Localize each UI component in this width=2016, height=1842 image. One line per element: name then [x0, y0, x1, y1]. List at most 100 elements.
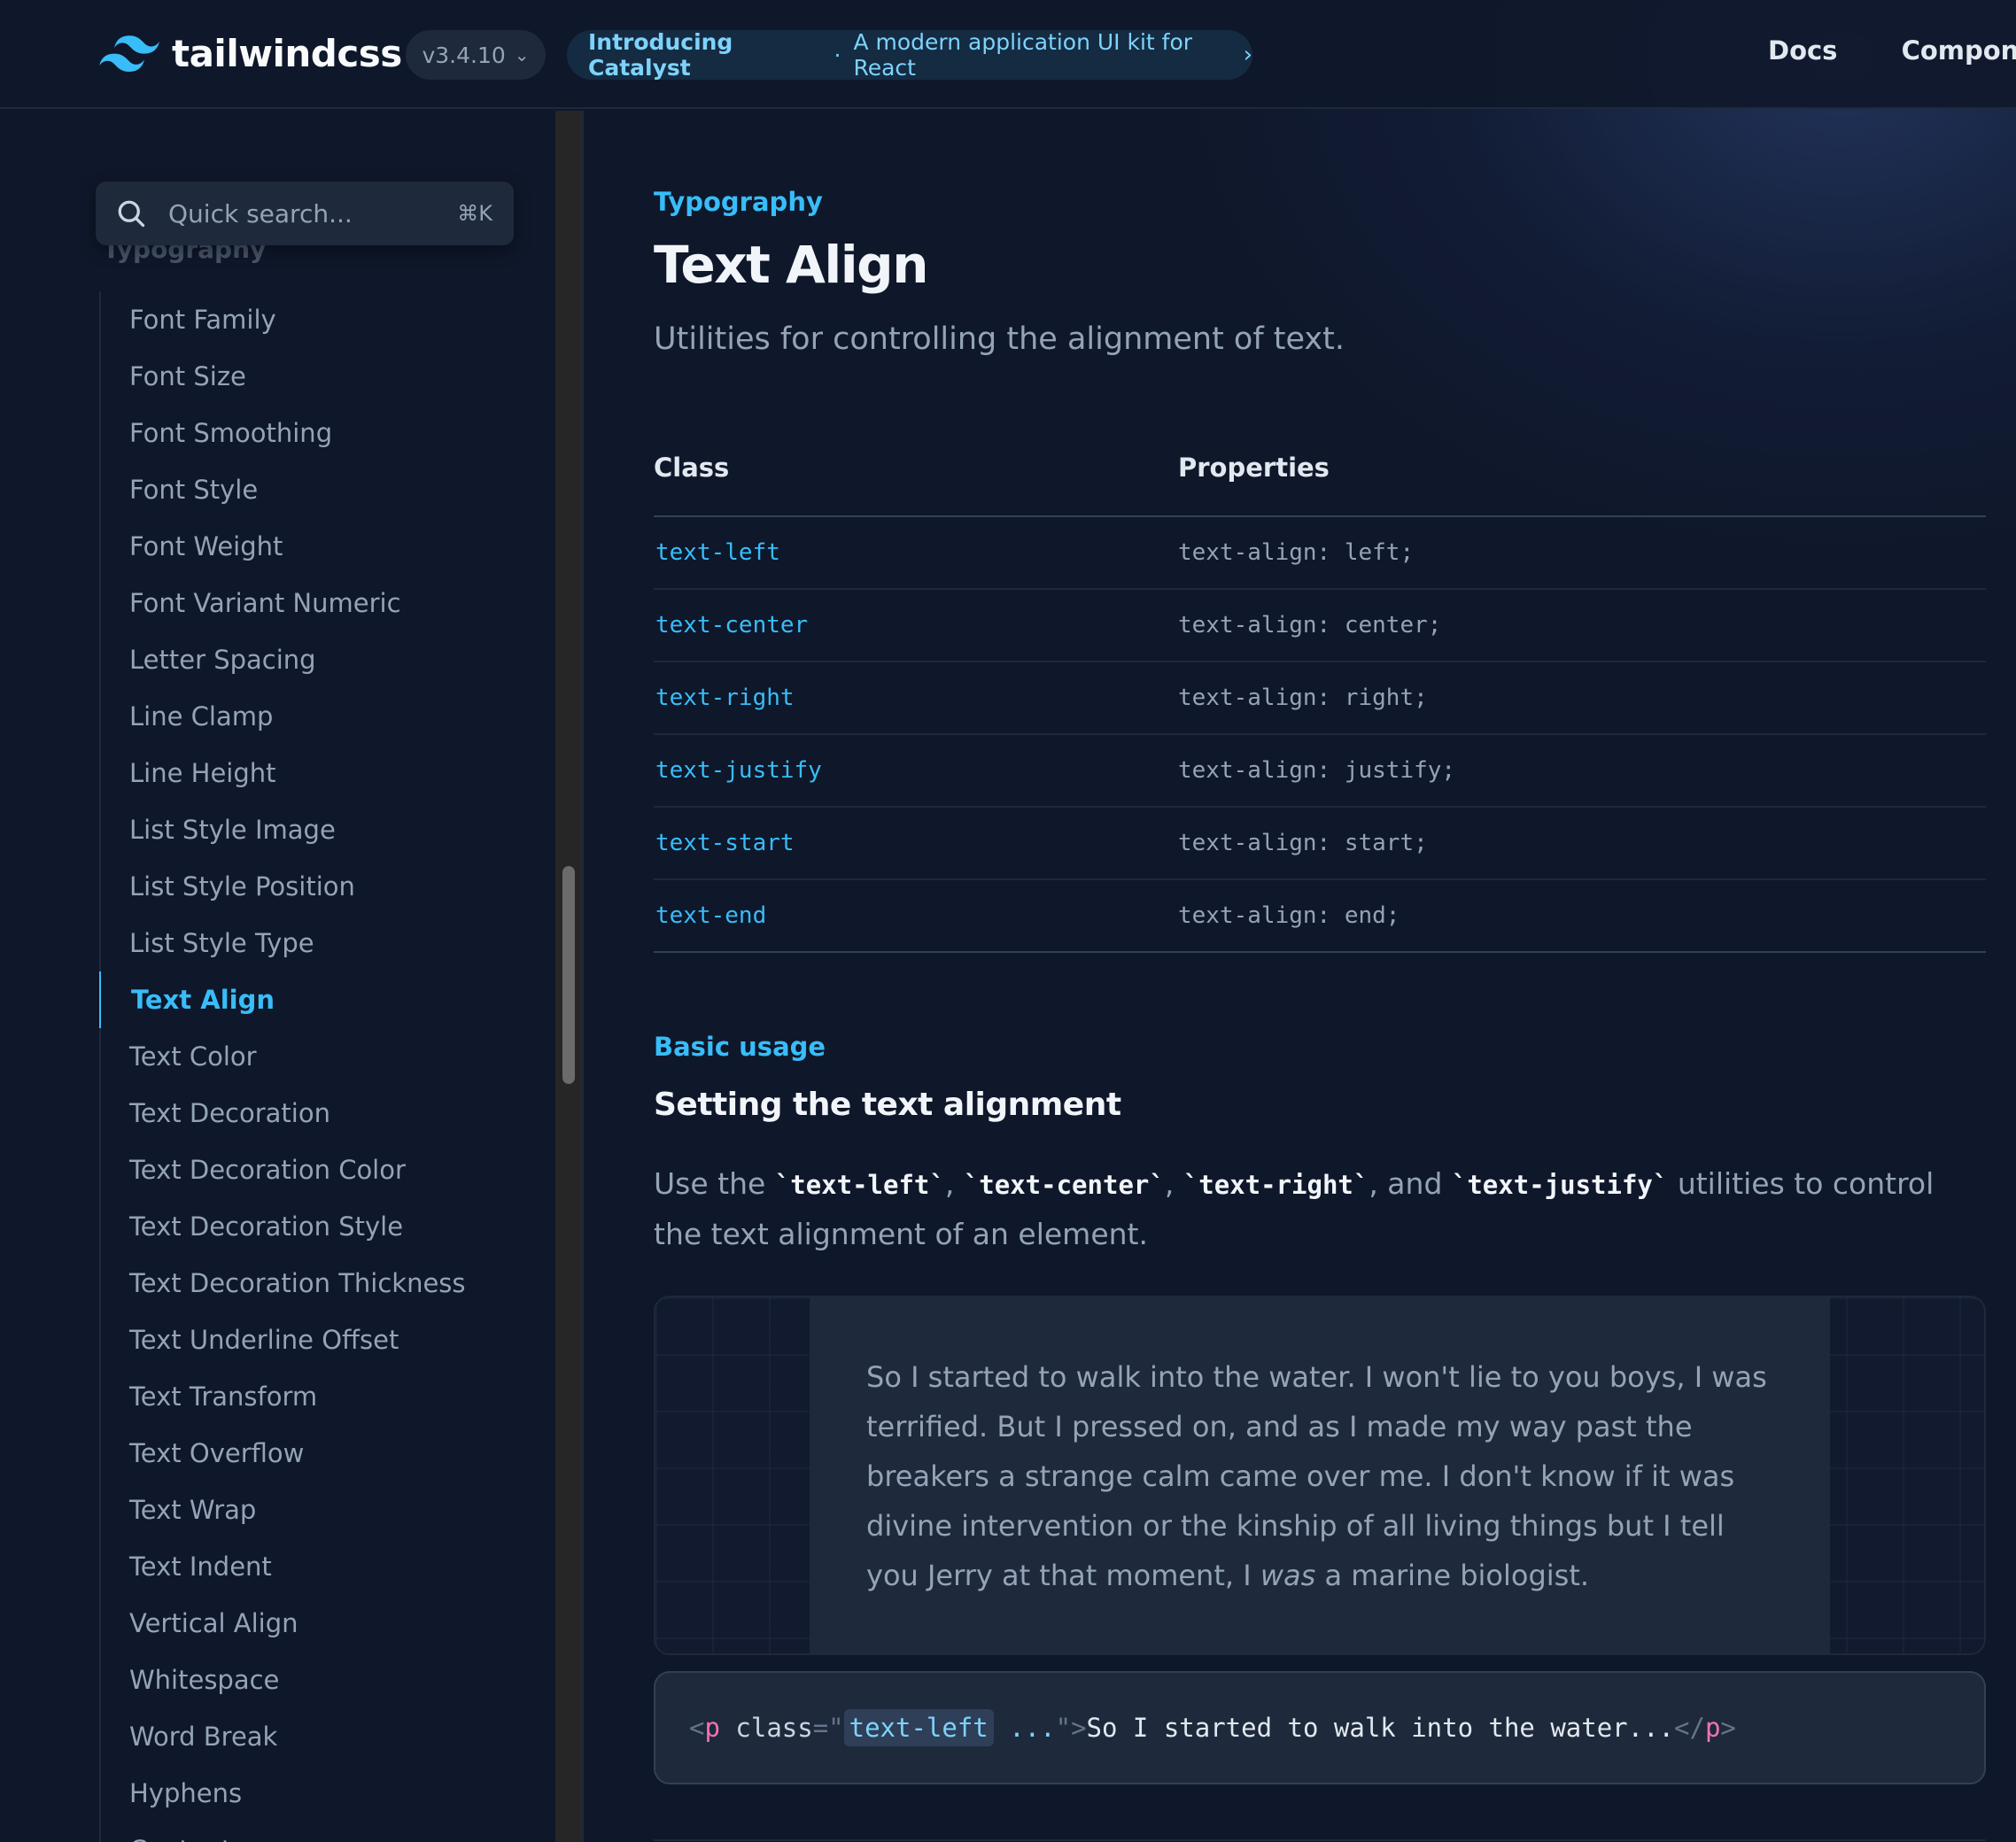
example-paragraph: So I started to walk into the water. I w…	[810, 1297, 1830, 1653]
nav-link-docs[interactable]: Docs	[1768, 35, 1837, 66]
code-highlight: text-left	[843, 1709, 994, 1746]
search-shortcut: ⌘K	[457, 201, 492, 226]
sidebar-item-line-clamp[interactable]: Line Clamp	[99, 688, 524, 745]
property-cell: text-align: end;	[1178, 879, 1986, 953]
sidebar-item-text-wrap[interactable]: Text Wrap	[99, 1482, 524, 1538]
sidebar-item-text-color[interactable]: Text Color	[99, 1028, 524, 1085]
sidebar-divider	[582, 111, 584, 1842]
class-table: Class Properties text-left text-align: l…	[654, 444, 1986, 953]
property-cell: text-align: center;	[1178, 589, 1986, 662]
section-title: Setting the text alignment	[654, 1087, 1121, 1123]
announcement-pill[interactable]: Introducing Catalyst · A modern applicat…	[567, 29, 1252, 81]
table-row: text-justify text-align: justify;	[654, 734, 1986, 808]
column-header-properties: Properties	[1178, 444, 1986, 517]
sidebar-item-whitespace[interactable]: Whitespace	[99, 1652, 524, 1708]
sidebar-item-text-align[interactable]: Text Align	[99, 971, 524, 1028]
sidebar: Quick search... ⌘K Typography Font Famil…	[0, 111, 556, 1842]
code-snippet[interactable]: < p class =" text-left ... " > So I started to…	[654, 1671, 1986, 1784]
code-token: </	[1674, 1713, 1705, 1743]
sidebar-item-content[interactable]: Content	[99, 1822, 524, 1842]
desc-text: ,	[944, 1166, 964, 1201]
sidebar-item-word-break[interactable]: Word Break	[99, 1708, 524, 1765]
desc-text: , and	[1369, 1166, 1452, 1201]
sidebar-item-font-smoothing[interactable]: Font Smoothing	[99, 405, 524, 461]
announcement-text: A modern application UI kit for React	[853, 29, 1193, 81]
sidebar-item-font-style[interactable]: Font Style	[99, 461, 524, 518]
sidebar-item-font-variant-numeric[interactable]: Font Variant Numeric	[99, 575, 524, 631]
table-row: text-start text-align: start;	[654, 807, 1986, 880]
desc-text: Use the	[654, 1166, 775, 1201]
sidebar-nav-list: Font Family Font Size Font Smoothing Fon…	[99, 291, 524, 1842]
sidebar-item-font-size[interactable]: Font Size	[99, 348, 524, 405]
property-cell: text-align: justify;	[1178, 734, 1986, 808]
page-description: Utilities for controlling the alignment …	[654, 321, 1345, 357]
class-name-cell: text-end	[654, 879, 1178, 953]
sidebar-item-text-decoration-color[interactable]: Text Decoration Color	[99, 1142, 524, 1198]
sidebar-item-text-overflow[interactable]: Text Overflow	[99, 1425, 524, 1482]
section-divider	[654, 1839, 1986, 1841]
sidebar-item-font-weight[interactable]: Font Weight	[99, 518, 524, 575]
sidebar-item-text-transform[interactable]: Text Transform	[99, 1368, 524, 1425]
table-row: text-center text-align: center;	[654, 589, 1986, 662]
code-token: So I started to walk into the water...	[1086, 1713, 1675, 1743]
version-dropdown[interactable]: v3.4.10 ⌄	[406, 30, 546, 80]
inline-code: `text-justify`	[1451, 1170, 1669, 1200]
code-token: p	[1704, 1713, 1721, 1743]
code-token: ...	[993, 1713, 1056, 1743]
inline-code: `text-right`	[1182, 1170, 1369, 1200]
search-icon	[118, 200, 145, 228]
code-token: p	[704, 1713, 720, 1743]
version-label: v3.4.10	[422, 42, 506, 68]
chevron-right-icon: ›	[1243, 42, 1252, 68]
search-placeholder: Quick search...	[168, 198, 353, 228]
sidebar-item-text-underline-offset[interactable]: Text Underline Offset	[99, 1312, 524, 1368]
table-header-row: Class Properties	[654, 444, 1986, 517]
class-name-cell: text-right	[654, 662, 1178, 735]
sidebar-item-list-style-position[interactable]: List Style Position	[99, 858, 524, 915]
sidebar-item-hyphens[interactable]: Hyphens	[99, 1765, 524, 1822]
brand-logo[interactable]: tailwindcss	[99, 32, 402, 75]
nav-link-components[interactable]: Componen	[1902, 35, 2016, 66]
example-emphasis: was	[1260, 1559, 1316, 1592]
top-header: tailwindcss v3.4.10 ⌄ Introducing Cataly…	[0, 0, 2016, 109]
class-name-cell: text-left	[654, 516, 1178, 590]
inline-code: `text-left`	[774, 1170, 945, 1200]
table-row: text-end text-align: end;	[654, 879, 1986, 953]
page-eyebrow: Typography	[654, 187, 823, 217]
chevron-down-icon: ⌄	[514, 44, 530, 66]
example-text: So I started to walk into the water. I w…	[866, 1360, 1767, 1592]
announcement-separator: ·	[834, 42, 841, 68]
sidebar-item-text-indent[interactable]: Text Indent	[99, 1538, 524, 1595]
sidebar-item-list-style-type[interactable]: List Style Type	[99, 915, 524, 971]
example-text: a marine biologist.	[1315, 1559, 1590, 1592]
sidebar-item-text-decoration[interactable]: Text Decoration	[99, 1085, 524, 1142]
tailwind-logo-icon	[99, 35, 159, 72]
search-button[interactable]: Quick search... ⌘K	[96, 182, 514, 245]
property-cell: text-align: right;	[1178, 662, 1986, 735]
page-title: Text Align	[654, 235, 928, 295]
table-row: text-right text-align: right;	[654, 662, 1986, 735]
code-token: >	[1720, 1713, 1736, 1743]
code-token: ="	[812, 1713, 844, 1743]
section-description: Use the `text-left`, `text-center`, `tex…	[654, 1159, 1986, 1259]
inline-code: `text-center`	[963, 1170, 1165, 1200]
page: tailwindcss v3.4.10 ⌄ Introducing Cataly…	[0, 0, 2016, 1842]
sidebar-scrollbar-thumb[interactable]	[562, 866, 575, 1084]
brand-name: tailwindcss	[172, 32, 402, 75]
sidebar-item-text-decoration-style[interactable]: Text Decoration Style	[99, 1198, 524, 1255]
sidebar-item-font-family[interactable]: Font Family	[99, 291, 524, 348]
sidebar-item-list-style-image[interactable]: List Style Image	[99, 801, 524, 858]
sidebar-item-letter-spacing[interactable]: Letter Spacing	[99, 631, 524, 688]
sidebar-item-vertical-align[interactable]: Vertical Align	[99, 1595, 524, 1652]
desc-text: ,	[1164, 1166, 1183, 1201]
code-token: >	[1071, 1713, 1087, 1743]
example-preview: So I started to walk into the water. I w…	[654, 1296, 1986, 1655]
sidebar-item-text-decoration-thickness[interactable]: Text Decoration Thickness	[99, 1255, 524, 1312]
class-name-cell: text-justify	[654, 734, 1178, 808]
sidebar-item-line-height[interactable]: Line Height	[99, 745, 524, 801]
property-cell: text-align: left;	[1178, 516, 1986, 590]
table-row: text-left text-align: left;	[654, 516, 1986, 590]
top-nav: Docs Componen	[1768, 35, 2016, 66]
code-token: "	[1055, 1713, 1072, 1743]
announcement-title: Introducing Catalyst	[588, 29, 733, 81]
